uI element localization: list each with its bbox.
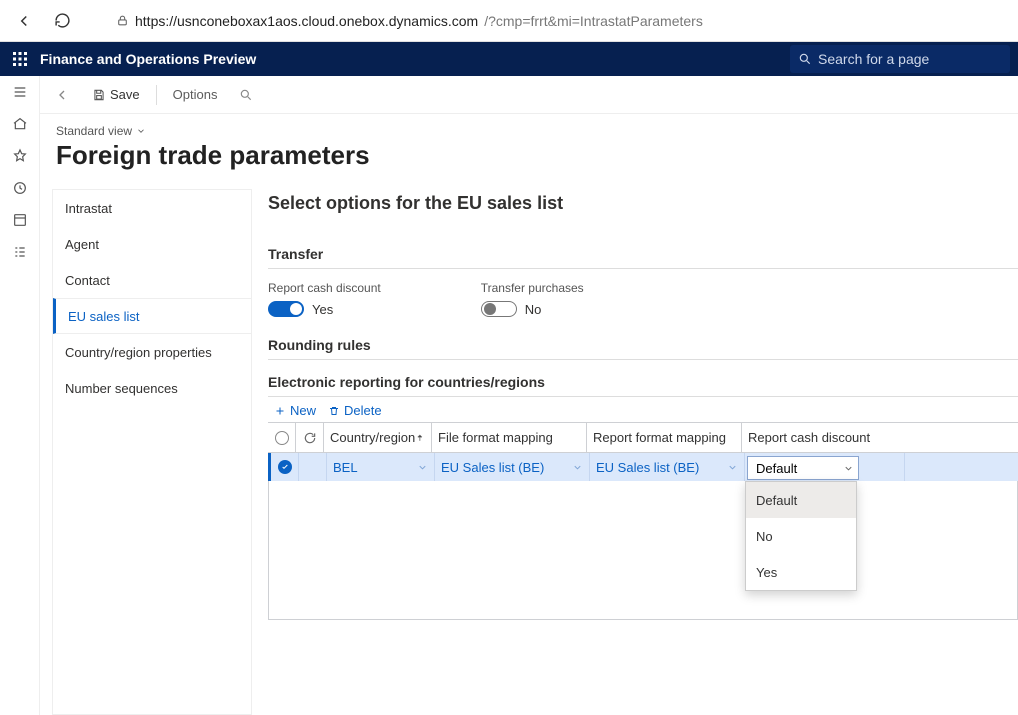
options-button[interactable]: Options [167,80,224,110]
grid-row[interactable]: BEL EU Sales list (BE) EU Sales list (BE… [268,453,1018,481]
trash-icon [328,405,340,417]
chevron-down-icon [572,462,583,473]
browser-refresh-button[interactable] [48,7,76,35]
chevron-down-icon [727,462,738,473]
chevron-down-icon [136,126,146,136]
left-rail [0,76,40,715]
search-icon [239,88,253,102]
report-cash-discount-dropdown: Default No Yes [745,481,857,591]
dropdown-option-yes[interactable]: Yes [746,554,856,590]
url-host: https://usnconeboxax1aos.cloud.onebox.dy… [135,13,478,29]
dropdown-option-default[interactable]: Default [746,482,856,518]
tab-number-sequences[interactable]: Number sequences [53,370,251,406]
search-placeholder: Search for a page [818,51,929,67]
dropdown-option-no[interactable]: No [746,518,856,554]
app-title: Finance and Operations Preview [40,51,256,67]
transfer-purchases-label: Transfer purchases [481,281,584,295]
col-report-format-mapping[interactable]: Report format mapping [587,423,742,452]
modules-icon[interactable] [10,242,30,262]
hamburger-icon[interactable] [10,82,30,102]
section-electronic-reporting[interactable]: Electronic reporting for countries/regio… [268,368,1018,397]
report-cash-discount-toggle[interactable] [268,301,304,317]
countries-grid: Country/region File format mapping Repor… [268,422,1018,620]
refresh-column-header[interactable] [296,423,324,452]
transfer-purchases-toggle[interactable] [481,301,517,317]
recent-icon[interactable] [10,178,30,198]
browser-url[interactable]: https://usnconeboxax1aos.cloud.onebox.dy… [116,13,1008,29]
app-launcher-icon[interactable] [0,42,40,76]
report-cash-discount-value: Yes [312,302,333,317]
options-label: Options [173,87,218,102]
star-icon[interactable] [10,146,30,166]
row-refresh-cell [299,453,327,481]
back-button[interactable] [48,80,76,110]
view-selector[interactable]: Standard view [56,124,1002,138]
delete-label: Delete [344,403,382,418]
select-all-header[interactable] [268,423,296,452]
page-title: Foreign trade parameters [56,140,1002,171]
section-rounding-rules[interactable]: Rounding rules [268,331,1018,360]
col-country-region[interactable]: Country/region [324,423,432,452]
col-file-format-mapping[interactable]: File format mapping [432,423,587,452]
save-label: Save [110,87,140,102]
tab-country-region-properties[interactable]: Country/region properties [53,334,251,370]
browser-address-bar: https://usnconeboxax1aos.cloud.onebox.dy… [0,0,1018,42]
content-heading: Select options for the EU sales list [268,193,1018,214]
url-path: /?cmp=frrt&mi=IntrastatParameters [484,13,703,29]
cell-report-format-mapping[interactable]: EU Sales list (BE) [590,453,745,481]
tab-intrastat[interactable]: Intrastat [53,190,251,226]
new-button[interactable]: New [274,403,316,418]
new-label: New [290,403,316,418]
transfer-purchases-value: No [525,302,542,317]
save-icon [92,88,106,102]
report-cash-discount-label: Report cash discount [268,281,381,295]
vertical-tabs: Intrastat Agent Contact EU sales list Co… [52,189,252,715]
grid-empty-area [268,481,1018,619]
tab-eu-sales-list[interactable]: EU sales list [53,298,251,334]
global-search[interactable]: Search for a page [790,45,1010,73]
workspace-icon[interactable] [10,210,30,230]
delete-button[interactable]: Delete [328,403,382,418]
app-header: Finance and Operations Preview Search fo… [0,42,1018,76]
chevron-down-icon [843,463,854,474]
cell-report-cash-discount[interactable]: Default No Yes [745,453,905,481]
grid-header: Country/region File format mapping Repor… [268,423,1018,453]
report-cash-discount-input[interactable] [754,460,834,477]
row-selected-indicator[interactable] [271,453,299,481]
browser-back-button[interactable] [10,7,38,35]
search-icon [798,52,812,66]
cell-file-format-mapping[interactable]: EU Sales list (BE) [435,453,590,481]
sort-asc-icon [415,433,425,443]
col-report-cash-discount[interactable]: Report cash discount [742,423,902,452]
save-button[interactable]: Save [86,80,146,110]
action-search-button[interactable] [233,80,259,110]
cell-country-region[interactable]: BEL [327,453,435,481]
chevron-down-icon [417,462,428,473]
plus-icon [274,405,286,417]
home-icon[interactable] [10,114,30,134]
lock-icon [116,14,129,27]
report-cash-discount-combobox[interactable] [747,456,859,480]
tab-contact[interactable]: Contact [53,262,251,298]
grid-toolbar: New Delete [268,397,1018,422]
section-transfer[interactable]: Transfer [268,240,1018,269]
action-bar: Save Options [40,76,1018,114]
tab-agent[interactable]: Agent [53,226,251,262]
check-icon [278,460,292,474]
view-label: Standard view [56,124,132,138]
